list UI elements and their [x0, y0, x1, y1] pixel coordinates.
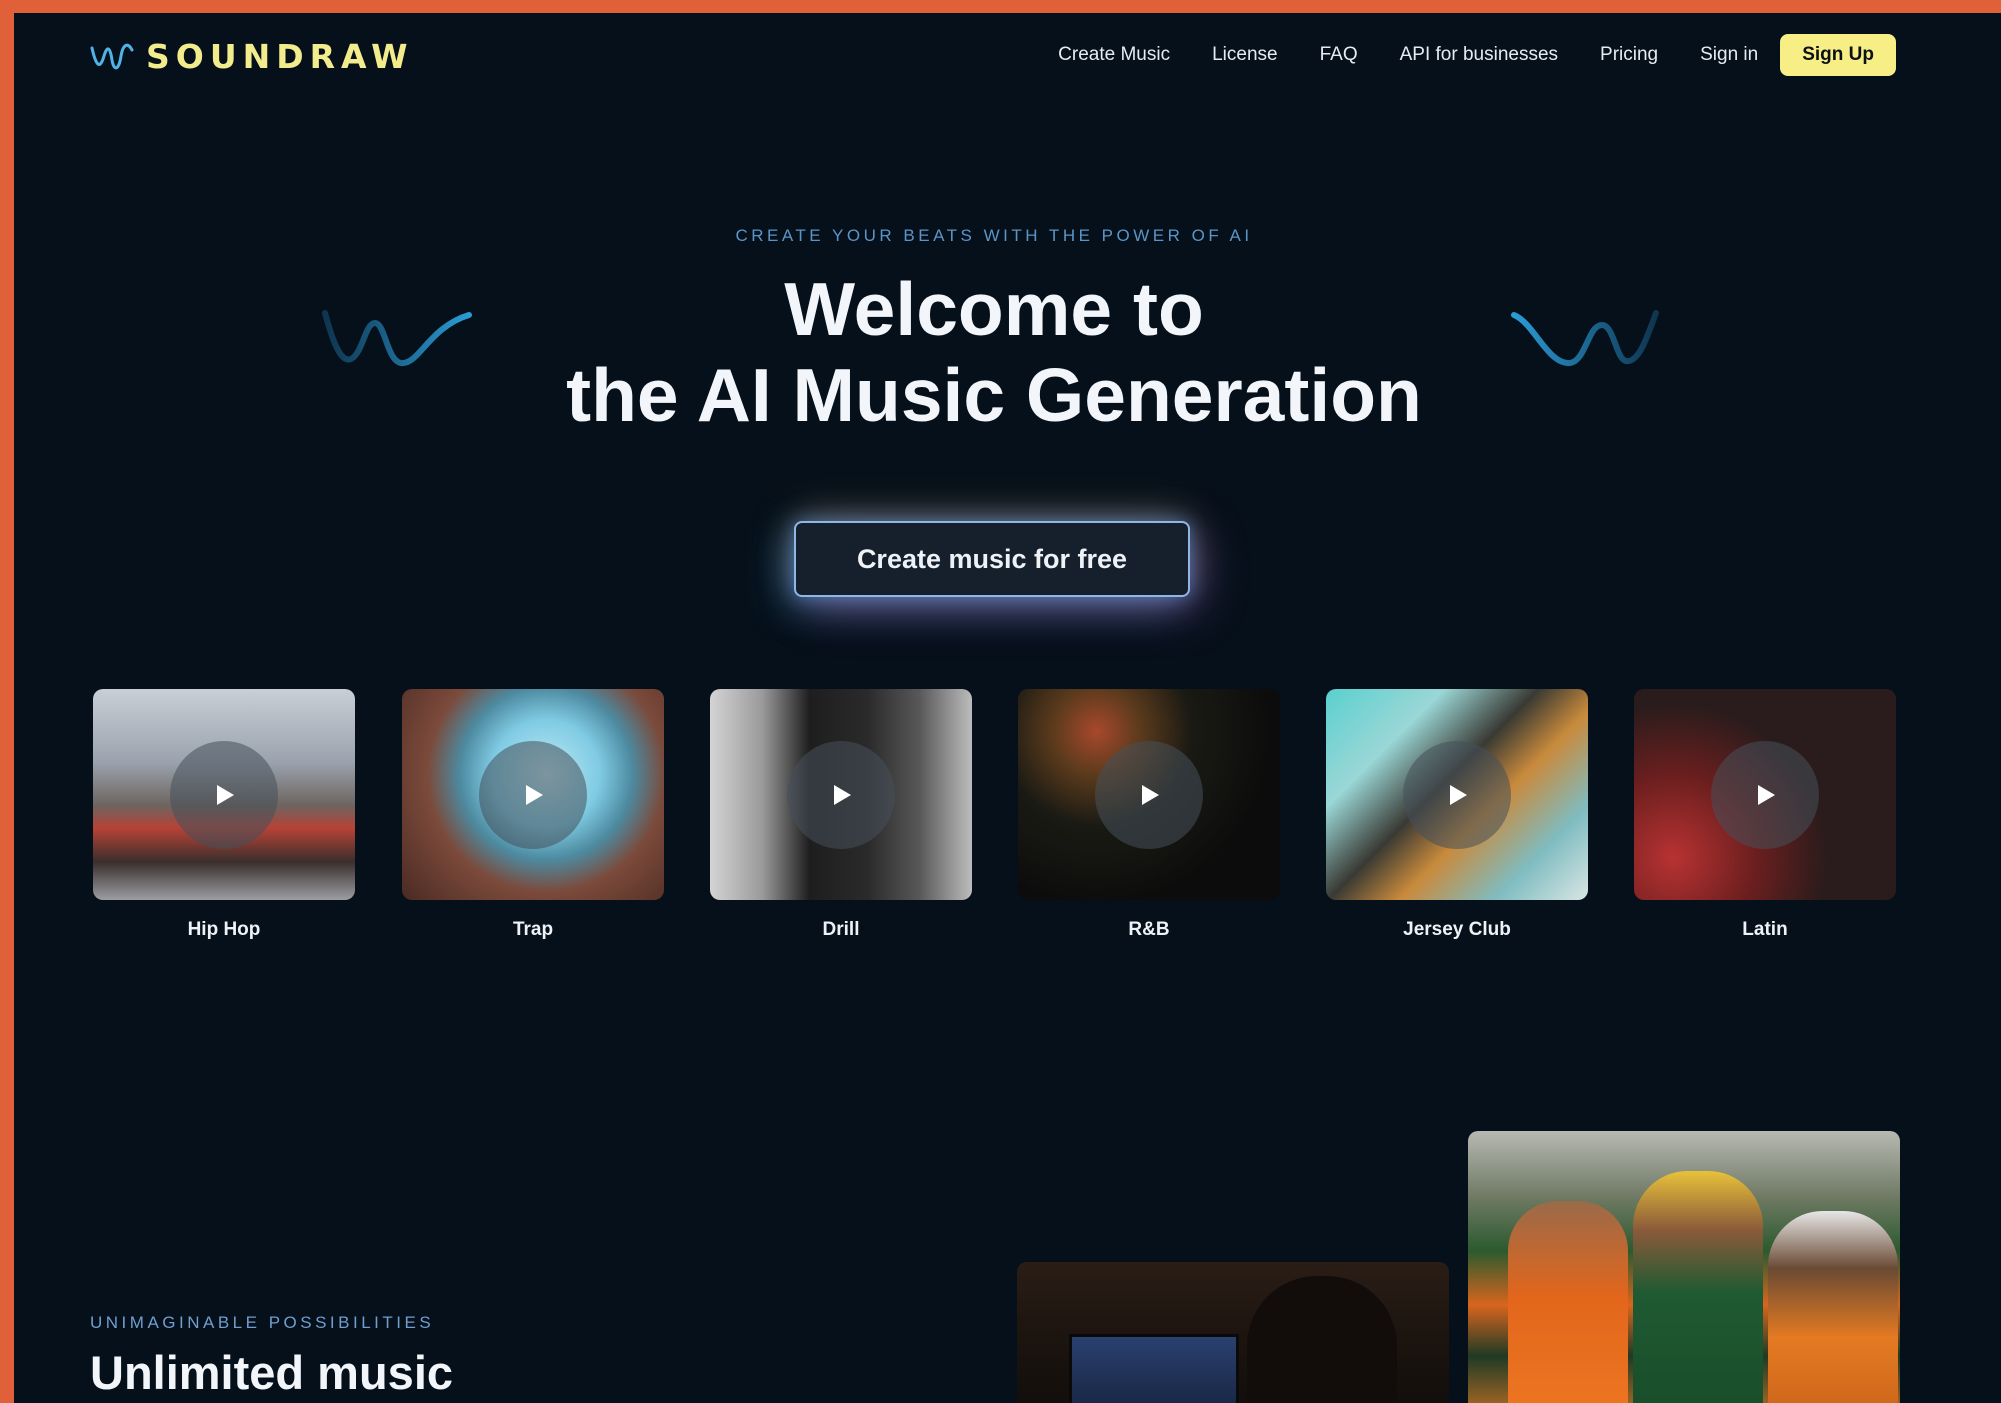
- play-icon: [834, 784, 851, 805]
- logo[interactable]: SOUNDRAW: [90, 33, 414, 79]
- waveform-icon: [90, 43, 134, 70]
- genre-thumbnail: [93, 689, 355, 900]
- studio-photo: [1017, 1262, 1449, 1403]
- sign-up-button[interactable]: Sign Up: [1780, 34, 1896, 76]
- genre-card-drill[interactable]: Drill: [710, 689, 972, 949]
- genre-label: Drill: [822, 919, 860, 940]
- nav-create-music[interactable]: Create Music: [1058, 44, 1170, 66]
- site-header: SOUNDRAW Create Music License FAQ API fo…: [14, 13, 2001, 113]
- nav-faq[interactable]: FAQ: [1320, 44, 1358, 66]
- play-button[interactable]: [787, 740, 895, 849]
- genre-card-hip-hop[interactable]: Hip Hop: [93, 689, 355, 949]
- genre-label: Jersey Club: [1403, 919, 1511, 940]
- genre-card-latin[interactable]: Latin: [1634, 689, 1896, 949]
- brand-name: SOUNDRAW: [146, 36, 414, 76]
- genre-thumbnail: [1634, 689, 1896, 900]
- nav-pricing[interactable]: Pricing: [1600, 44, 1658, 66]
- play-button[interactable]: [1711, 740, 1819, 849]
- genre-label: Hip Hop: [187, 919, 261, 940]
- nav-license[interactable]: License: [1212, 44, 1278, 66]
- play-button[interactable]: [1095, 740, 1203, 849]
- play-icon: [217, 784, 234, 805]
- play-icon: [1142, 784, 1159, 805]
- play-button[interactable]: [170, 740, 278, 849]
- genre-label: Trap: [512, 919, 554, 940]
- genre-card-jersey-club[interactable]: Jersey Club: [1326, 689, 1588, 949]
- play-icon: [526, 784, 543, 805]
- play-icon: [1450, 784, 1467, 805]
- section-eyebrow: UNIMAGINABLE POSSIBILITIES: [90, 1313, 435, 1332]
- play-button[interactable]: [479, 740, 587, 849]
- genre-card-rnb[interactable]: R&B: [1018, 689, 1280, 949]
- nav-api[interactable]: API for businesses: [1400, 44, 1558, 66]
- create-music-cta-button[interactable]: Create music for free: [794, 521, 1190, 597]
- hero-title: Welcome to the AI Music Generation: [14, 266, 1974, 438]
- person-right: [1768, 1211, 1898, 1403]
- group-photo: [1468, 1131, 1900, 1403]
- section-title: Unlimited music: [90, 1346, 454, 1399]
- play-icon: [1758, 784, 1775, 805]
- hero-title-line2: the AI Music Generation: [566, 353, 1422, 437]
- monitor-screen: [1069, 1334, 1239, 1403]
- genre-card-trap[interactable]: Trap: [402, 689, 664, 949]
- genre-label: Latin: [1742, 919, 1788, 940]
- page-frame: SOUNDRAW Create Music License FAQ API fo…: [14, 13, 2001, 1403]
- genre-list: Hip Hop Trap Drill R&B Jersey Club Latin: [93, 689, 1913, 959]
- genre-label: R&B: [1128, 919, 1170, 940]
- genre-thumbnail: [710, 689, 972, 900]
- person-center: [1633, 1171, 1763, 1403]
- squiggle-right-icon: [1511, 310, 1659, 366]
- main-nav: Create Music License FAQ API for busines…: [1058, 34, 1896, 76]
- hero-title-line1: Welcome to: [784, 267, 1204, 351]
- person-left: [1508, 1201, 1628, 1403]
- genre-thumbnail: [402, 689, 664, 900]
- play-button[interactable]: [1403, 740, 1511, 849]
- person-silhouette: [1247, 1276, 1397, 1403]
- genre-thumbnail: [1018, 689, 1280, 900]
- hero-eyebrow: CREATE YOUR BEATS WITH THE POWER OF AI: [735, 226, 1253, 245]
- nav-sign-in[interactable]: Sign in: [1700, 44, 1758, 66]
- genre-thumbnail: [1326, 689, 1588, 900]
